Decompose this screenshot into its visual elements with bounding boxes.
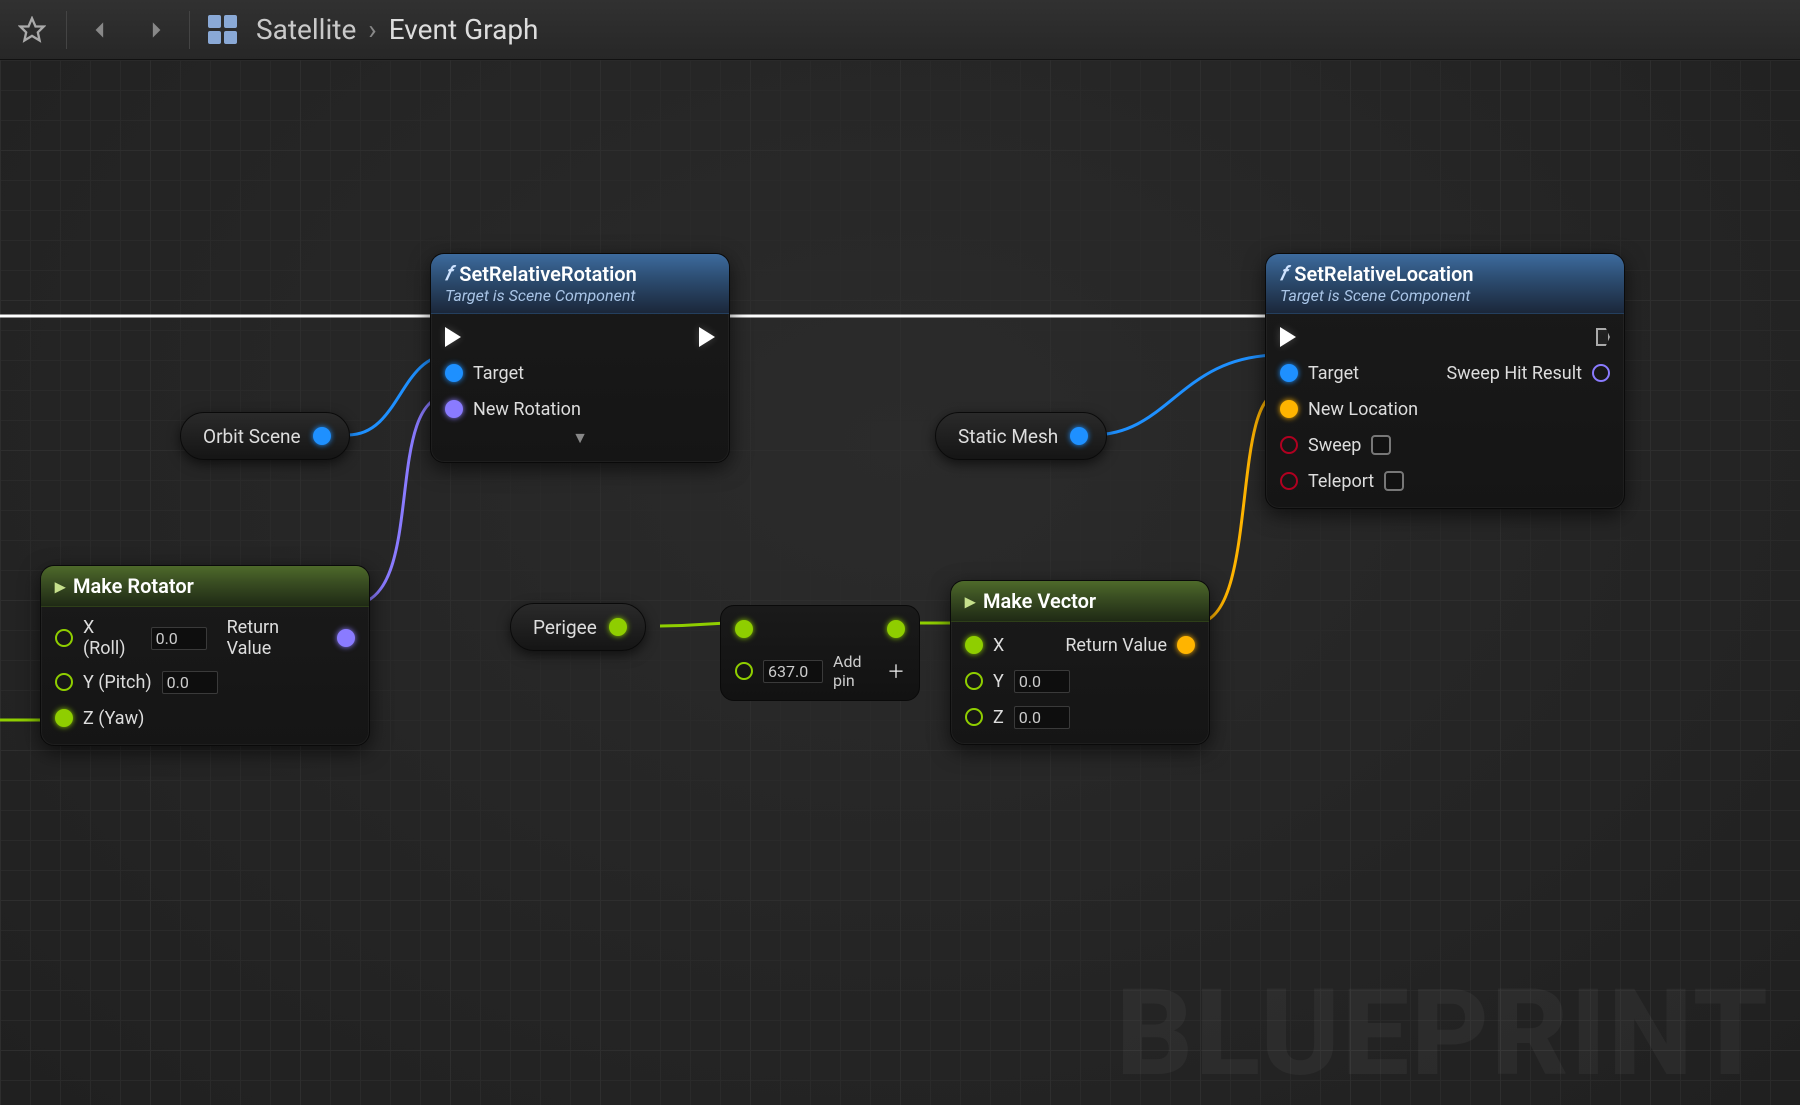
x-pin[interactable]: [965, 636, 983, 654]
node-float-add[interactable]: Add pin ＋: [720, 605, 920, 701]
pin-label: Y: [993, 671, 1004, 692]
sweep-pin[interactable]: [1280, 436, 1298, 454]
pin-label: Sweep Hit Result: [1446, 363, 1582, 384]
variable-out-pin[interactable]: [609, 618, 627, 636]
pin-label: Return Value: [1065, 635, 1167, 656]
graph-canvas[interactable]: 𝑓 SetRelativeRotation Target is Scene Com…: [0, 60, 1800, 1105]
struct-icon: ▸: [55, 574, 65, 598]
node-title: SetRelativeLocation: [1294, 262, 1473, 286]
pin-label: New Location: [1308, 399, 1418, 420]
node-subtitle: Target is Scene Component: [445, 286, 715, 305]
node-title: Make Rotator: [73, 574, 194, 598]
pin-label: New Rotation: [473, 399, 581, 420]
function-icon: 𝑓: [1280, 263, 1286, 286]
node-title: SetRelativeRotation: [459, 262, 637, 286]
chevron-right-icon: ›: [368, 13, 376, 46]
variable-orbit-scene[interactable]: Orbit Scene: [180, 412, 350, 460]
graph-toolbar: Satellite › Event Graph: [0, 0, 1800, 60]
sweep-hit-pin[interactable]: [1592, 364, 1610, 382]
plus-icon[interactable]: ＋: [887, 658, 905, 684]
variable-label: Static Mesh: [958, 425, 1058, 448]
function-icon: 𝑓: [445, 263, 451, 286]
pin-label: Z (Yaw): [83, 708, 144, 729]
teleport-pin[interactable]: [1280, 472, 1298, 490]
exec-in-pin[interactable]: [1280, 327, 1296, 347]
y-input[interactable]: [1014, 670, 1070, 693]
y-pin[interactable]: [965, 672, 983, 690]
variable-label: Orbit Scene: [203, 425, 301, 448]
return-value-pin[interactable]: [337, 629, 355, 647]
exec-in-pin[interactable]: [445, 327, 461, 347]
pin-label: Teleport: [1308, 471, 1374, 492]
variable-perigee[interactable]: Perigee: [510, 603, 646, 651]
pin-label: Target: [1308, 363, 1359, 384]
pin-label: Target: [473, 363, 524, 384]
y-pitch-pin[interactable]: [55, 673, 73, 691]
node-set-relative-rotation[interactable]: 𝑓 SetRelativeRotation Target is Scene Com…: [430, 253, 730, 463]
node-set-relative-location[interactable]: 𝑓 SetRelativeLocation Target is Scene Com…: [1265, 253, 1625, 509]
target-pin[interactable]: [1280, 364, 1298, 382]
pin-label: Sweep: [1308, 435, 1361, 456]
variable-label: Perigee: [533, 616, 597, 639]
node-subtitle: Target is Scene Component: [1280, 286, 1610, 305]
new-location-pin[interactable]: [1280, 400, 1298, 418]
pin-label: Return Value: [227, 617, 327, 659]
pin-label: Y (Pitch): [83, 672, 152, 693]
nav-forward-icon[interactable]: [133, 8, 177, 52]
breadcrumb-leaf[interactable]: Event Graph: [389, 13, 539, 46]
expand-arrow-icon[interactable]: ▼: [445, 428, 715, 448]
target-pin[interactable]: [445, 364, 463, 382]
variable-static-mesh[interactable]: Static Mesh: [935, 412, 1107, 460]
favorite-star-icon[interactable]: [10, 8, 54, 52]
add-pin-label[interactable]: Add pin: [833, 652, 877, 690]
exec-out-pin[interactable]: [1596, 328, 1610, 346]
z-yaw-pin[interactable]: [55, 709, 73, 727]
node-make-vector[interactable]: ▸ Make Vector X Return Value Y Z: [950, 580, 1210, 745]
pin-label: X: [993, 635, 1004, 656]
variable-out-pin[interactable]: [313, 427, 331, 445]
node-make-rotator[interactable]: ▸ Make Rotator X (Roll) Return Value Y (P…: [40, 565, 370, 746]
breadcrumb[interactable]: Satellite › Event Graph: [256, 13, 538, 46]
add-out-pin[interactable]: [887, 620, 905, 638]
x-roll-pin[interactable]: [55, 629, 73, 647]
new-rotation-pin[interactable]: [445, 400, 463, 418]
z-input[interactable]: [1014, 706, 1070, 729]
variable-out-pin[interactable]: [1070, 427, 1088, 445]
breadcrumb-root[interactable]: Satellite: [256, 13, 356, 46]
add-b-input[interactable]: [763, 660, 823, 683]
z-pin[interactable]: [965, 708, 983, 726]
graph-icon[interactable]: [202, 8, 246, 52]
struct-icon: ▸: [965, 589, 975, 613]
sweep-checkbox[interactable]: [1371, 435, 1391, 455]
nav-back-icon[interactable]: [79, 8, 123, 52]
node-title: Make Vector: [983, 589, 1096, 613]
pin-label: Z: [993, 707, 1004, 728]
exec-out-pin[interactable]: [699, 327, 715, 347]
return-value-pin[interactable]: [1177, 636, 1195, 654]
y-pitch-input[interactable]: [162, 671, 218, 694]
add-b-pin[interactable]: [735, 662, 753, 680]
teleport-checkbox[interactable]: [1384, 471, 1404, 491]
pin-label: X (Roll): [83, 617, 141, 659]
add-a-pin[interactable]: [735, 620, 753, 638]
x-roll-input[interactable]: [151, 627, 207, 650]
